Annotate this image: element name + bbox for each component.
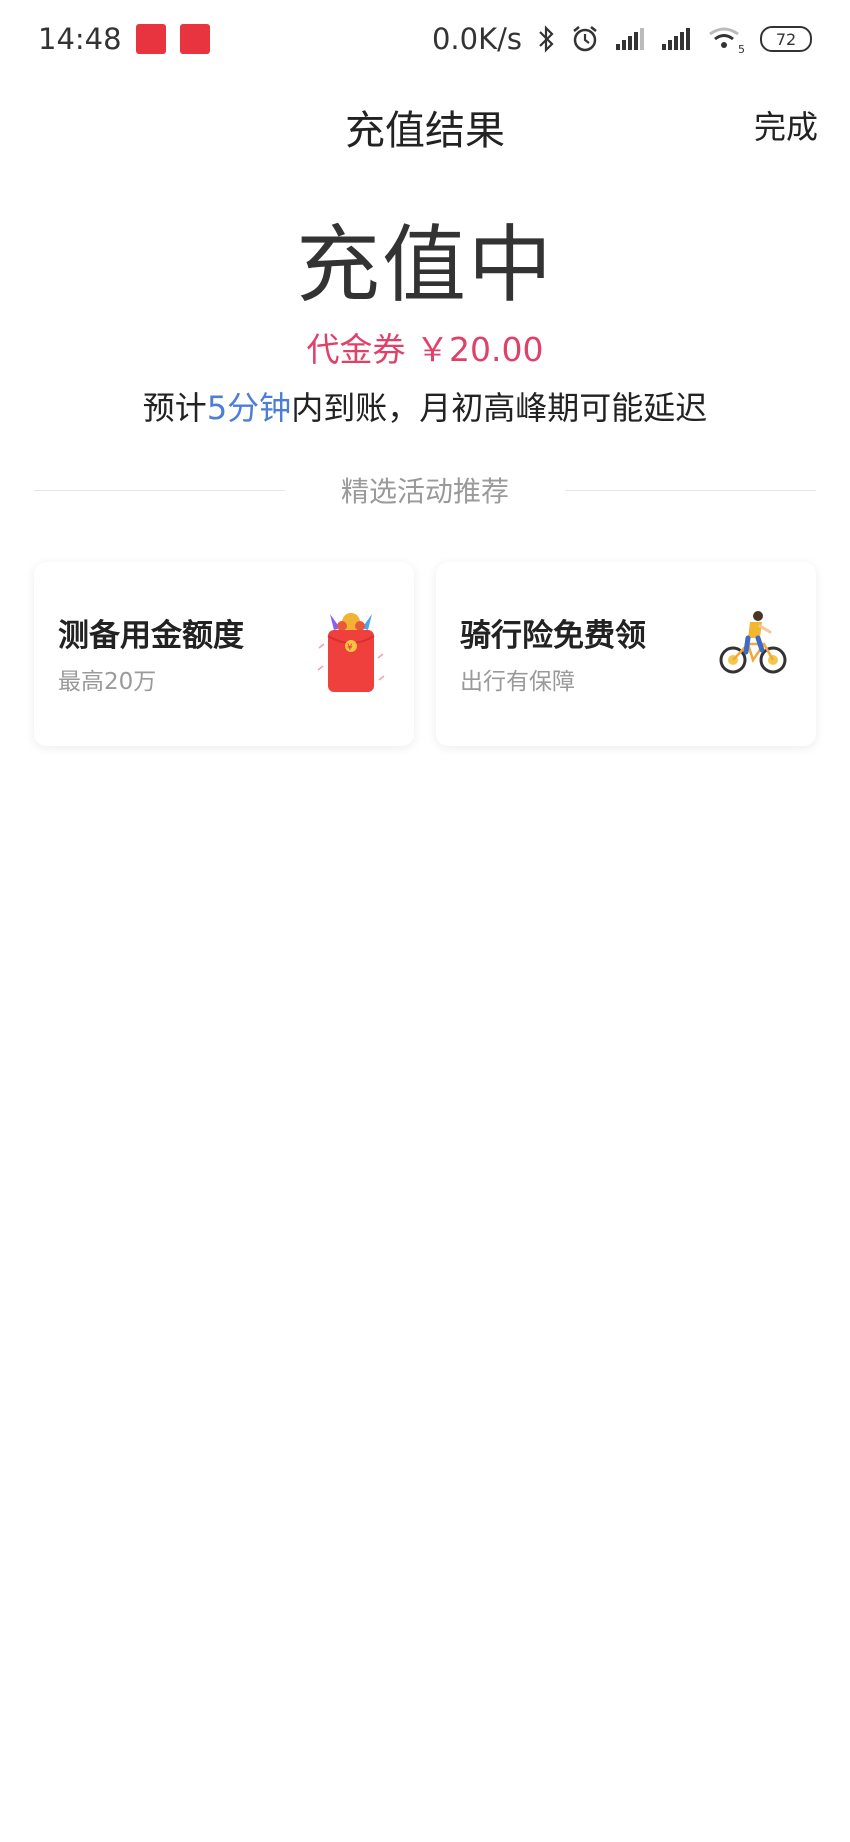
status-time: 14:48 — [38, 22, 122, 56]
header: 充值结果 完成 — [0, 88, 850, 160]
eta-text: 预计5分钟内到账，月初高峰期可能延迟 — [0, 384, 850, 432]
card-title: 骑行险免费领 — [460, 618, 646, 654]
section-title: 精选活动推荐 — [341, 475, 510, 508]
card-subtitle: 出行有保障 — [460, 669, 575, 695]
wifi-icon: 5 — [706, 24, 746, 54]
status-bar-right: 0.0K/s 5 72 — [432, 22, 812, 56]
red-envelope-icon: ¥ — [316, 608, 386, 702]
app-badge-icon — [135, 24, 166, 54]
cyclist-icon — [718, 608, 788, 682]
page-title: 充值结果 — [345, 108, 505, 154]
card-title: 测备用金额度 — [58, 618, 244, 654]
activity-card-reserve-fund[interactable]: 测备用金额度 最高20万 ¥ — [34, 562, 414, 746]
section-divider: 精选活动推荐 — [34, 470, 817, 510]
activity-cards: 测备用金额度 最高20万 ¥ 骑行险免费领 出行有保障 — [34, 562, 816, 746]
divider-line — [34, 489, 285, 491]
signal-icon — [660, 26, 692, 52]
voucher-label: 代金券 — [306, 330, 406, 369]
voucher-amount: ￥20.00 — [416, 330, 544, 369]
eta-prefix: 预计 — [142, 389, 207, 427]
network-speed: 0.0K/s — [431, 22, 522, 56]
card-subtitle: 最高20万 — [58, 669, 157, 695]
status-bar-left: 14:48 — [38, 22, 210, 56]
done-button[interactable]: 完成 — [754, 102, 818, 148]
status-bar: 14:48 0.0K/s 5 72 — [0, 0, 850, 78]
activity-card-cycling-insurance[interactable]: 骑行险免费领 出行有保障 — [436, 562, 816, 746]
eta-suffix: 内到账，月初高峰期可能延迟 — [291, 389, 708, 427]
app-badge-icon — [179, 24, 210, 54]
alarm-icon — [570, 24, 600, 54]
voucher-info: 代金券 ￥20.00 — [0, 326, 850, 374]
bluetooth-icon — [536, 24, 556, 54]
battery-level: 72 — [775, 29, 797, 49]
signal-icon — [614, 26, 646, 52]
divider-line — [565, 489, 817, 491]
eta-highlight: 5分钟 — [206, 389, 292, 427]
recharge-result: 充值中 代金券 ￥20.00 预计5分钟内到账，月初高峰期可能延迟 — [0, 210, 850, 432]
svg-text:¥: ¥ — [347, 643, 353, 653]
recharge-status: 充值中 — [295, 216, 554, 314]
wifi-level: 5 — [738, 43, 745, 54]
battery-icon: 72 — [760, 26, 812, 52]
